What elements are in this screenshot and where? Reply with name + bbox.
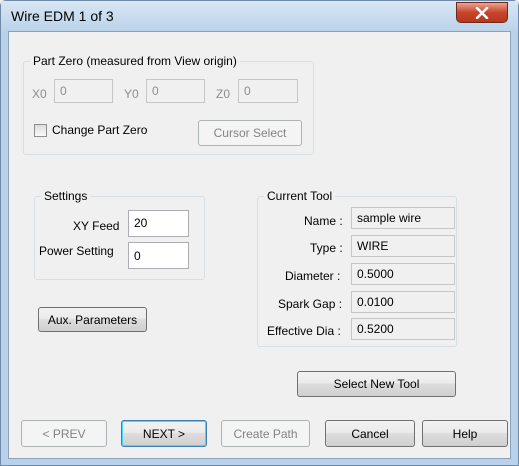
aux-parameters-button[interactable]: Aux. Parameters bbox=[38, 307, 147, 332]
y0-input[interactable]: 0 bbox=[146, 79, 205, 103]
spark-gap-field: 0.0100 bbox=[351, 291, 455, 313]
next-button[interactable]: NEXT > bbox=[121, 420, 207, 447]
power-setting-input[interactable]: 0 bbox=[128, 242, 189, 269]
effective-dia-field: 0.5200 bbox=[351, 318, 455, 340]
close-button[interactable] bbox=[456, 2, 508, 23]
tool-name-field: sample wire bbox=[351, 207, 455, 229]
xy-feed-input[interactable]: 20 bbox=[128, 210, 189, 237]
select-new-tool-button[interactable]: Select New Tool bbox=[297, 371, 456, 397]
effective-dia-label: Effective Dia : bbox=[267, 324, 341, 338]
z0-label: Z0 bbox=[216, 87, 231, 101]
close-icon bbox=[475, 6, 489, 19]
tool-name-label: Name : bbox=[304, 214, 343, 228]
z0-input[interactable]: 0 bbox=[238, 79, 298, 103]
spark-gap-label: Spark Gap : bbox=[278, 297, 343, 311]
x0-label: X0 bbox=[32, 87, 47, 101]
dialog-client-area: Part Zero (measured from View origin) X0… bbox=[8, 31, 511, 459]
y0-label: Y0 bbox=[124, 87, 139, 101]
title-bar[interactable]: Wire EDM 1 of 3 bbox=[1, 1, 518, 31]
help-button[interactable]: Help bbox=[422, 420, 508, 447]
diameter-field: 0.5000 bbox=[351, 263, 455, 285]
change-part-zero-label[interactable]: Change Part Zero bbox=[52, 123, 147, 137]
x0-input[interactable]: 0 bbox=[54, 79, 113, 103]
diameter-label: Diameter : bbox=[285, 269, 341, 283]
part-zero-legend: Part Zero (measured from View origin) bbox=[30, 54, 240, 68]
power-setting-label: Power Setting bbox=[39, 244, 114, 258]
xy-feed-label: XY Feed bbox=[73, 219, 120, 233]
window-title: Wire EDM 1 of 3 bbox=[11, 8, 114, 24]
prev-button[interactable]: < PREV bbox=[21, 420, 107, 447]
tool-type-field: WIRE bbox=[351, 235, 455, 257]
dialog-window: Wire EDM 1 of 3 Part Zero (measured from… bbox=[0, 0, 519, 466]
change-part-zero-checkbox[interactable] bbox=[34, 124, 47, 137]
tool-type-label: Type : bbox=[310, 241, 343, 255]
cursor-select-button[interactable]: Cursor Select bbox=[198, 120, 302, 146]
create-path-button[interactable]: Create Path bbox=[221, 420, 310, 447]
current-tool-legend: Current Tool bbox=[264, 189, 336, 203]
cancel-button[interactable]: Cancel bbox=[325, 420, 415, 447]
settings-legend: Settings bbox=[41, 189, 91, 203]
